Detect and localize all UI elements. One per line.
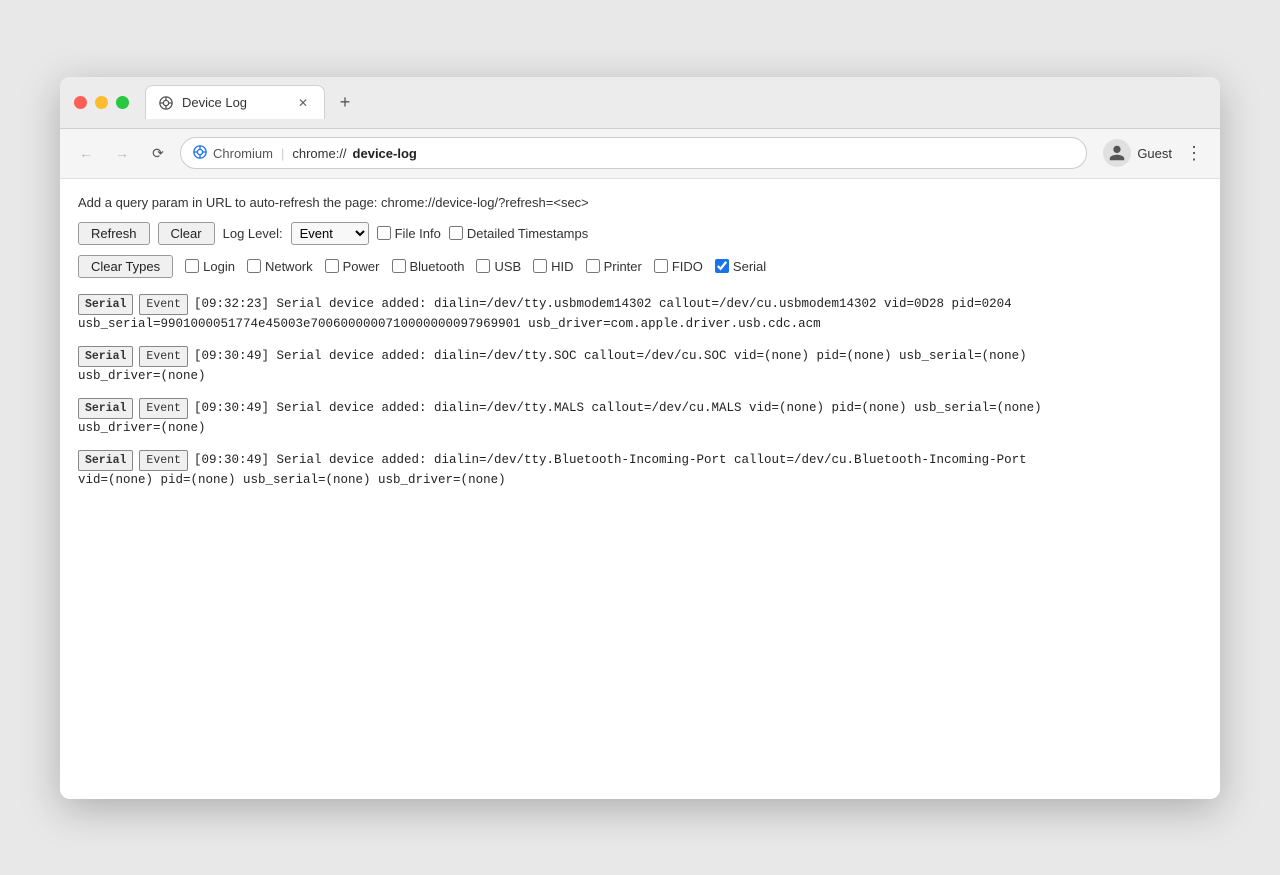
type-hid-checkbox[interactable] xyxy=(533,259,547,273)
tag-serial: Serial xyxy=(78,346,133,367)
log-line1: [09:30:49] Serial device added: dialin=/… xyxy=(194,347,1027,366)
log-list: Serial Event [09:32:23] Serial device ad… xyxy=(78,294,1202,490)
type-hid-label[interactable]: HID xyxy=(533,259,573,274)
log-level-label: Log Level: xyxy=(223,226,283,241)
traffic-lights xyxy=(74,96,129,109)
browser-menu-button[interactable]: ⋮ xyxy=(1180,139,1208,167)
tag-serial: Serial xyxy=(78,398,133,419)
type-fido-text: FIDO xyxy=(672,259,703,274)
tab-bar: Device Log ✕ + xyxy=(145,85,1206,119)
log-entry: Serial Event [09:30:49] Serial device ad… xyxy=(78,450,1202,490)
log-line2: usb_driver=(none) xyxy=(78,367,1202,386)
url-bar[interactable]: Chromium | chrome:// device-log xyxy=(180,137,1087,169)
type-bluetooth-text: Bluetooth xyxy=(410,259,465,274)
type-network-text: Network xyxy=(265,259,313,274)
type-hid-text: HID xyxy=(551,259,573,274)
tag-event: Event xyxy=(139,450,188,471)
log-level-select[interactable]: Event Debug Info Warning Error xyxy=(291,222,369,245)
tab-title: Device Log xyxy=(182,95,247,110)
log-entry: Serial Event [09:30:49] Serial device ad… xyxy=(78,346,1202,386)
log-line2: usb_driver=(none) xyxy=(78,419,1202,438)
address-bar: ← → ⟳ Chromium | chrome:// device-log xyxy=(60,129,1220,179)
url-favicon-icon xyxy=(193,145,207,162)
type-fido-checkbox[interactable] xyxy=(654,259,668,273)
detailed-timestamps-label: Detailed Timestamps xyxy=(467,226,588,241)
type-network-label[interactable]: Network xyxy=(247,259,313,274)
hint-text: Add a query param in URL to auto-refresh… xyxy=(78,195,1202,210)
forward-button[interactable]: → xyxy=(108,139,136,167)
type-login-text: Login xyxy=(203,259,235,274)
browser-window: Device Log ✕ + ← → ⟳ Chromium | xyxy=(60,77,1220,799)
minimize-button[interactable] xyxy=(95,96,108,109)
reload-button[interactable]: ⟳ xyxy=(144,139,172,167)
tab-close-button[interactable]: ✕ xyxy=(294,94,312,112)
type-bluetooth-checkbox[interactable] xyxy=(392,259,406,273)
log-entry: Serial Event [09:32:23] Serial device ad… xyxy=(78,294,1202,334)
refresh-button[interactable]: Refresh xyxy=(78,222,150,245)
type-fido-label[interactable]: FIDO xyxy=(654,259,703,274)
tag-serial: Serial xyxy=(78,294,133,315)
log-line2: usb_serial=9901000051774e45003e700600000… xyxy=(78,315,1202,334)
type-power-text: Power xyxy=(343,259,380,274)
new-tab-button[interactable]: + xyxy=(331,88,359,116)
file-info-checkbox-label[interactable]: File Info xyxy=(377,226,441,241)
log-line2: vid=(none) pid=(none) usb_serial=(none) … xyxy=(78,471,1202,490)
tab-favicon-icon xyxy=(158,95,174,111)
close-button[interactable] xyxy=(74,96,87,109)
type-usb-label[interactable]: USB xyxy=(476,259,521,274)
url-path: device-log xyxy=(353,146,417,161)
log-line1: [09:30:49] Serial device added: dialin=/… xyxy=(194,399,1042,418)
type-printer-text: Printer xyxy=(604,259,642,274)
type-power-checkbox[interactable] xyxy=(325,259,339,273)
type-bluetooth-label[interactable]: Bluetooth xyxy=(392,259,465,274)
clear-button[interactable]: Clear xyxy=(158,222,215,245)
active-tab[interactable]: Device Log ✕ xyxy=(145,85,325,119)
log-line1: [09:30:49] Serial device added: dialin=/… xyxy=(194,451,1027,470)
type-usb-text: USB xyxy=(494,259,521,274)
url-scheme: chrome:// xyxy=(292,146,346,161)
tag-event: Event xyxy=(139,346,188,367)
type-serial-checkbox[interactable] xyxy=(715,259,729,273)
back-button[interactable]: ← xyxy=(72,139,100,167)
title-bar: Device Log ✕ + xyxy=(60,77,1220,129)
type-login-label[interactable]: Login xyxy=(185,259,235,274)
url-brand: Chromium xyxy=(213,146,273,161)
type-printer-label[interactable]: Printer xyxy=(586,259,642,274)
log-line1: [09:32:23] Serial device added: dialin=/… xyxy=(194,295,1012,314)
detailed-timestamps-checkbox-label[interactable]: Detailed Timestamps xyxy=(449,226,588,241)
url-separator: | xyxy=(281,146,284,161)
type-network-checkbox[interactable] xyxy=(247,259,261,273)
type-serial-label[interactable]: Serial xyxy=(715,259,766,274)
profile-area: Guest xyxy=(1103,139,1172,167)
types-row: Clear Types Login Network Power Bluetoot… xyxy=(78,255,1202,278)
tag-serial: Serial xyxy=(78,450,133,471)
maximize-button[interactable] xyxy=(116,96,129,109)
log-entry: Serial Event [09:30:49] Serial device ad… xyxy=(78,398,1202,438)
type-usb-checkbox[interactable] xyxy=(476,259,490,273)
tag-event: Event xyxy=(139,398,188,419)
tag-event: Event xyxy=(139,294,188,315)
profile-icon[interactable] xyxy=(1103,139,1131,167)
type-serial-text: Serial xyxy=(733,259,766,274)
type-power-label[interactable]: Power xyxy=(325,259,380,274)
file-info-label: File Info xyxy=(395,226,441,241)
type-login-checkbox[interactable] xyxy=(185,259,199,273)
detailed-timestamps-checkbox[interactable] xyxy=(449,226,463,240)
profile-label: Guest xyxy=(1137,146,1172,161)
type-printer-checkbox[interactable] xyxy=(586,259,600,273)
toolbar-row: Refresh Clear Log Level: Event Debug Inf… xyxy=(78,222,1202,245)
file-info-checkbox[interactable] xyxy=(377,226,391,240)
page-content: Add a query param in URL to auto-refresh… xyxy=(60,179,1220,799)
clear-types-button[interactable]: Clear Types xyxy=(78,255,173,278)
